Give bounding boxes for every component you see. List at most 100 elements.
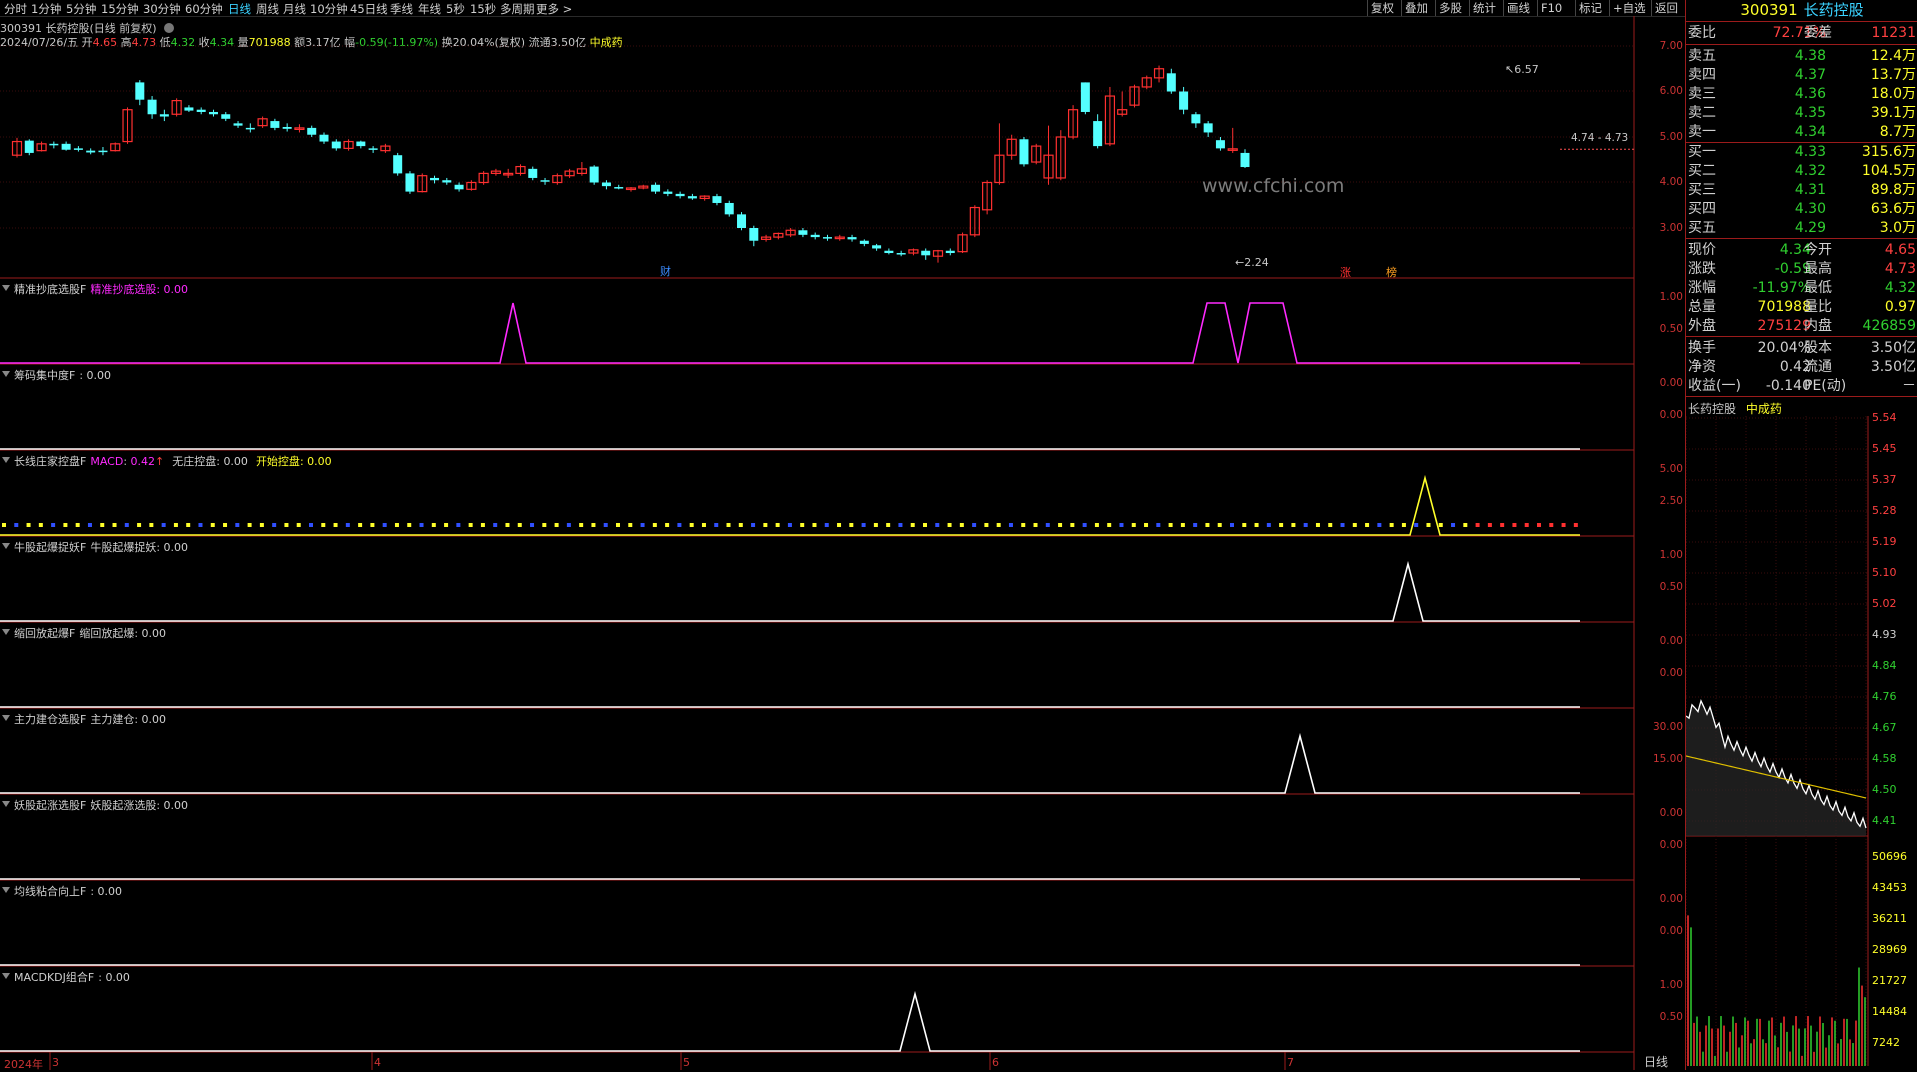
candlestick-chart[interactable] (0, 0, 1685, 1070)
indicator-title[interactable]: 长线庄家控盘F MACD: 0.42↑ 无庄控盘: 0.00 开始控盘: 0.00 (14, 453, 332, 469)
collapse-icon[interactable] (2, 715, 10, 721)
macd-dot (530, 523, 535, 527)
macd-dot (1033, 523, 1038, 527)
ask-row[interactable]: 卖五 4.38 12.4万 (1686, 47, 1917, 66)
indicator-title[interactable]: 缩回放起爆F 缩回放起爆: 0.00 (14, 625, 166, 641)
candle-body (221, 114, 231, 119)
ask-row[interactable]: 卖三 4.36 18.0万 (1686, 85, 1917, 104)
macd-dot (87, 523, 92, 527)
stat-label: 现价 (1688, 242, 1716, 258)
indicator-title[interactable]: 牛股起爆捉妖F 牛股起爆捉妖: 0.00 (14, 539, 188, 555)
stat-row: 收益(一) -0.140 PE(动) － (1686, 377, 1917, 396)
macd-dot (210, 523, 215, 527)
candle-body (687, 196, 697, 199)
indicator-lines (0, 302, 1580, 1052)
bid-price: 4.30 (1794, 201, 1826, 217)
bid-row[interactable]: 买一 4.33 315.6万 (1686, 143, 1917, 162)
indicator-line (0, 990, 1580, 1052)
bid-row[interactable]: 买二 4.32 104.5万 (1686, 162, 1917, 181)
indicator-title[interactable]: 均线粘合向上F: 0.00 (14, 883, 122, 899)
macd-dot (1094, 523, 1099, 527)
y-tick: 1.00 (1659, 291, 1683, 303)
low-note: ←2.24 (1235, 256, 1269, 269)
collapse-icon[interactable] (2, 887, 10, 893)
indicator-name: 缩回放起爆F (14, 627, 76, 640)
macd-dot (1573, 523, 1578, 527)
indicator-value: 0.00 (223, 455, 248, 468)
macd-dot (689, 523, 694, 527)
bid-row[interactable]: 买五 4.29 3.0万 (1686, 219, 1917, 238)
period-switch[interactable]: 日线 (1644, 1053, 1668, 1070)
mini-volume-tick: 21727 (1872, 974, 1907, 987)
stat-value: 20.04% (1757, 340, 1811, 356)
stat-value: 701988 (1757, 299, 1811, 315)
indicator-line (0, 560, 1580, 622)
ask-row[interactable]: 卖一 4.34 8.7万 (1686, 123, 1917, 142)
macd-dot (382, 523, 387, 527)
collapse-icon[interactable] (2, 371, 10, 377)
mini-price-tick: 4.67 (1872, 721, 1897, 734)
marker-bang[interactable]: 榜 (1386, 264, 1397, 280)
ask-volume: 12.4万 (1870, 48, 1916, 64)
macd-dot (959, 523, 964, 527)
marker-cai[interactable]: 财 (660, 263, 671, 279)
y-tick: 1.00 (1659, 549, 1683, 561)
ask-row[interactable]: 卖二 4.35 39.1万 (1686, 104, 1917, 123)
candle-body (159, 114, 169, 117)
collapse-icon[interactable] (2, 801, 10, 807)
indicator-title[interactable]: 精准抄底选股F 精准抄底选股: 0.00 (14, 281, 188, 297)
bid-volume: 63.6万 (1870, 201, 1916, 217)
weibi-label: 委比 (1688, 25, 1716, 41)
indicator-value: 0.00 (307, 455, 332, 468)
ask-row[interactable]: 卖四 4.37 13.7万 (1686, 66, 1917, 85)
collapse-icon[interactable] (2, 543, 10, 549)
bid-row[interactable]: 买四 4.30 63.6万 (1686, 200, 1917, 219)
indicator-title[interactable]: 筹码集中度F: 0.00 (14, 367, 111, 383)
collapse-icon[interactable] (2, 973, 10, 979)
macd-dot (112, 523, 117, 527)
macd-dot (824, 523, 829, 527)
macd-dot (873, 523, 878, 527)
macd-dot (701, 523, 706, 527)
macd-dot (1365, 523, 1370, 527)
bid-volume: 315.6万 (1861, 144, 1916, 160)
bid-label: 买四 (1688, 201, 1716, 217)
y-tick: 30.00 (1652, 721, 1683, 733)
collapse-icon[interactable] (2, 285, 10, 291)
stat-label: 量比 (1804, 299, 1832, 315)
collapse-icon[interactable] (2, 457, 10, 463)
macd-dot (996, 523, 1001, 527)
stat-value: 275129 (1757, 318, 1811, 334)
bid-price: 4.31 (1794, 182, 1826, 198)
stat-label: 涨幅 (1688, 280, 1716, 296)
macd-dot (1230, 523, 1234, 527)
y-tick: 0.00 (1659, 667, 1683, 679)
stat-value: 0.42 (1779, 359, 1811, 375)
indicator-value-group: : 0.00 (90, 885, 123, 898)
macd-dot (394, 523, 399, 527)
macd-dot (751, 523, 756, 527)
candle-body (712, 196, 722, 203)
indicator-title[interactable]: MACDKDJ组合F: 0.00 (14, 969, 130, 985)
mini-price-tick: 5.10 (1872, 566, 1897, 579)
collapse-icon[interactable] (2, 629, 10, 635)
macd-dot (861, 523, 866, 527)
macd-dot (1340, 523, 1345, 527)
candle-body (1080, 82, 1090, 112)
bid-row[interactable]: 买三 4.31 89.8万 (1686, 181, 1917, 200)
indicator-title[interactable]: 主力建仓选股F 主力建仓: 0.00 (14, 711, 166, 727)
candle-body (663, 191, 673, 194)
marker-zhang[interactable]: 涨 (1340, 264, 1351, 280)
candle-body (442, 180, 452, 183)
indicator-line (0, 732, 1580, 794)
ask-price: 4.36 (1794, 86, 1826, 102)
stat-row: 外盘 275129 内盘 426859 (1686, 317, 1917, 336)
stat-value: -0.140 (1765, 378, 1811, 394)
candle-body (847, 237, 857, 240)
indicator-name: 主力建仓选股F (14, 713, 87, 726)
indicator-value-group: 牛股起爆捉妖: 0.00 (90, 541, 189, 554)
indicator-title[interactable]: 妖股起涨选股F 妖股起涨选股: 0.00 (14, 797, 188, 813)
pane-frames (0, 16, 1635, 1070)
watermark: www.cfchi.com (1202, 175, 1345, 197)
stat-value: 3.50亿 (1870, 340, 1916, 356)
